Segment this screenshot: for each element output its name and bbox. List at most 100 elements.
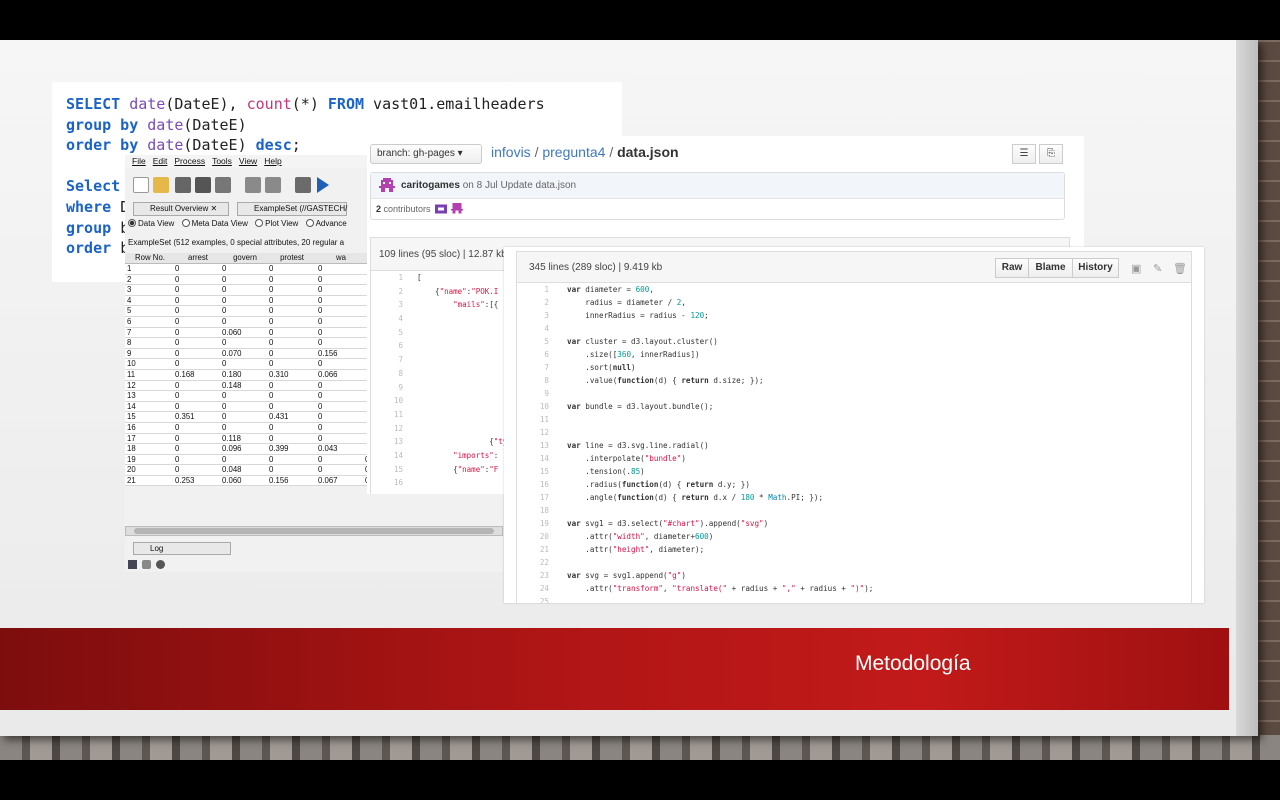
edit-pencil-icon[interactable]: ✎ [1153, 262, 1162, 275]
line-number[interactable]: 14 [371, 449, 403, 463]
line-number[interactable]: 7 [517, 361, 549, 374]
line-number[interactable]: 21 [517, 543, 549, 556]
line-number[interactable]: 22 [517, 556, 549, 569]
column-header[interactable]: protest [269, 253, 315, 263]
line-number[interactable]: 16 [517, 478, 549, 491]
column-header[interactable]: wa [318, 253, 364, 263]
line-number[interactable]: 12 [371, 422, 403, 436]
branch-selector[interactable]: branch: gh-pages ▾ [370, 144, 482, 164]
line-number[interactable]: 2 [517, 296, 549, 309]
line-number[interactable]: 15 [371, 463, 403, 477]
line-number[interactable]: 14 [517, 452, 549, 465]
column-header[interactable]: arrest [175, 253, 221, 263]
table-cell: 0 [175, 380, 180, 390]
desktop-icon[interactable]: ▣ [1131, 262, 1141, 275]
line-number[interactable]: 11 [517, 413, 549, 426]
line-number[interactable]: 6 [371, 339, 403, 353]
line-number[interactable]: 8 [371, 367, 403, 381]
code-line: 25 [517, 595, 1191, 603]
line-number[interactable]: 1 [517, 283, 549, 296]
print-icon[interactable] [215, 177, 231, 193]
advanced-view-radio[interactable] [305, 219, 314, 227]
close-icon[interactable]: ✕ [210, 204, 217, 213]
line-number[interactable]: 13 [371, 435, 403, 449]
open-folder-icon[interactable] [153, 177, 169, 193]
breadcrumb-repo-link[interactable]: infovis [491, 144, 531, 160]
menu-item-tools[interactable]: Tools [212, 155, 232, 168]
contributor-avatar[interactable] [451, 203, 463, 215]
table-cell: 0 [318, 454, 323, 464]
line-number[interactable]: 4 [517, 322, 549, 335]
tab-result-overview[interactable]: Result Overview ✕ [133, 202, 229, 216]
save-icon[interactable] [128, 560, 137, 569]
trash-icon[interactable]: 🗑︎ [1173, 262, 1187, 275]
line-number[interactable]: 17 [517, 491, 549, 504]
save-as-icon[interactable] [195, 177, 211, 193]
commit-author-link[interactable]: caritogames [401, 180, 460, 191]
horizontal-scrollbar[interactable] [125, 526, 503, 536]
line-number[interactable]: 9 [517, 387, 549, 400]
breakpoint-icon[interactable] [295, 177, 311, 193]
line-number[interactable]: 10 [371, 394, 403, 408]
line-number[interactable]: 23 [517, 569, 549, 582]
raw-button[interactable]: Raw [995, 258, 1029, 278]
save-icon[interactable] [175, 177, 191, 193]
clear-icon[interactable] [142, 560, 151, 569]
redo-icon[interactable] [265, 177, 281, 193]
line-number[interactable]: 11 [371, 408, 403, 422]
tab-log[interactable]: Log [133, 542, 231, 555]
line-number[interactable]: 15 [517, 465, 549, 478]
code-token: (*) [291, 95, 328, 113]
line-number[interactable]: 10 [517, 400, 549, 413]
line-number[interactable]: 7 [371, 353, 403, 367]
line-number[interactable]: 5 [517, 335, 549, 348]
menu-item-view[interactable]: View [239, 155, 257, 168]
menu-item-process[interactable]: Process [174, 155, 205, 168]
menu-item-file[interactable]: File [132, 155, 146, 168]
line-number[interactable]: 8 [517, 374, 549, 387]
code-token: ); [864, 584, 874, 593]
run-icon[interactable] [317, 177, 329, 193]
line-number[interactable]: 18 [517, 504, 549, 517]
contributors-label[interactable]: contributors [384, 204, 431, 214]
meta-data-view-radio[interactable] [181, 219, 190, 227]
menu-item-edit[interactable]: Edit [153, 155, 168, 168]
table-cell: 0 [222, 338, 227, 348]
line-number[interactable]: 13 [517, 439, 549, 452]
breadcrumb-folder-link[interactable]: pregunta4 [542, 144, 605, 160]
commit-summary[interactable]: on 8 Jul Update data.json [463, 180, 576, 191]
line-number[interactable]: 2 [371, 285, 403, 299]
line-number[interactable]: 24 [517, 582, 549, 595]
history-button[interactable]: History [1072, 258, 1119, 278]
data-view-radio[interactable] [128, 219, 136, 227]
column-header[interactable]: govern [222, 253, 268, 263]
contributor-avatar[interactable] [435, 203, 447, 215]
column-header[interactable]: Row No. [127, 253, 173, 263]
table-cell: 0 [269, 285, 274, 295]
line-number[interactable]: 3 [371, 298, 403, 312]
raw-button-label: Raw [1001, 262, 1023, 273]
line-number[interactable]: 25 [517, 595, 549, 603]
line-number[interactable]: 12 [517, 426, 549, 439]
line-number[interactable]: 6 [517, 348, 549, 361]
scrollbar-thumb[interactable] [134, 528, 494, 534]
code-token: { [417, 437, 494, 447]
new-file-icon[interactable] [133, 177, 149, 193]
line-number[interactable]: 16 [371, 476, 403, 490]
line-number[interactable]: 3 [517, 309, 549, 322]
search-icon[interactable] [156, 560, 165, 569]
line-number[interactable]: 9 [371, 381, 403, 395]
tab-exampleset[interactable]: ExampleSet (//GASTECH/ [237, 202, 347, 216]
list-view-icon[interactable]: ☰ [1012, 144, 1036, 164]
line-number[interactable]: 4 [371, 312, 403, 326]
line-number[interactable]: 1 [371, 271, 403, 285]
undo-icon[interactable] [245, 177, 261, 193]
line-number[interactable]: 19 [517, 517, 549, 530]
line-number[interactable]: 5 [371, 326, 403, 340]
clipboard-icon[interactable]: ⎘ [1039, 144, 1063, 164]
menu-item-help[interactable]: Help [264, 155, 281, 168]
blame-button[interactable]: Blame [1028, 258, 1073, 278]
line-number[interactable]: 20 [517, 530, 549, 543]
code-token: [ [417, 273, 422, 282]
plot-view-radio[interactable] [255, 219, 264, 227]
